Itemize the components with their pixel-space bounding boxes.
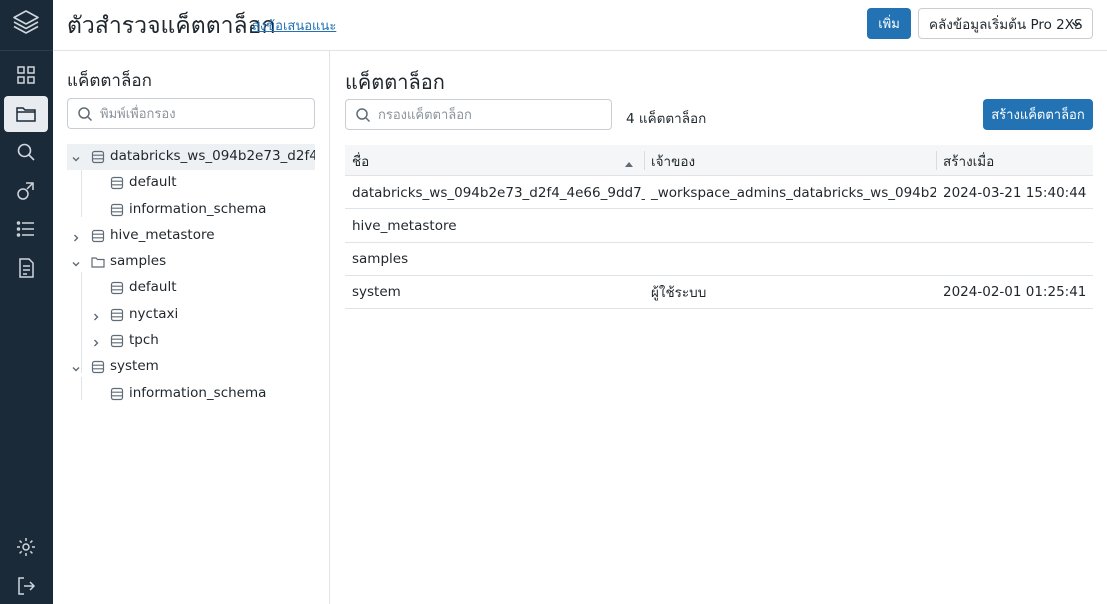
tree-item-label: nyctaxi [129, 305, 179, 322]
list-icon[interactable] [15, 218, 37, 240]
tree-item-information-schema[interactable]: information_schema [53, 197, 330, 223]
database-icon [110, 387, 124, 401]
cell-created: 2024-02-01 01:25:41 [943, 284, 1087, 301]
table-row[interactable]: system ผู้ใช้ระบบ 2024-02-01 01:25:41 [345, 276, 1093, 310]
tree-item-label: information_schema [129, 200, 267, 217]
database-icon [110, 203, 124, 217]
cell-owner [644, 243, 936, 276]
tree-item-system[interactable]: system [53, 354, 330, 380]
chevron-down-icon[interactable] [71, 257, 81, 267]
dashboard-icon[interactable] [15, 64, 37, 86]
tree-item-default[interactable]: default [53, 170, 330, 196]
chevron-right-icon[interactable] [91, 310, 101, 321]
tree-item-label: hive_metastore [110, 226, 215, 243]
catalog-tree-search-input[interactable] [100, 104, 305, 124]
warehouse-select[interactable]: คลังข้อมูลเริ่มต้น Pro 2XS [918, 8, 1093, 39]
cell-created [936, 243, 1093, 276]
tree-item-label: samples [110, 253, 167, 270]
settings-gear-icon[interactable] [15, 536, 37, 558]
column-header-name[interactable]: ชื่อ [345, 145, 645, 176]
tree-item-nyctaxi[interactable]: nyctaxi [53, 302, 330, 328]
tree-item-samples[interactable]: samples [53, 249, 330, 275]
table-row[interactable]: hive_metastore [345, 209, 1093, 243]
cell-name[interactable]: databricks_ws_094b2e73_d2f4_4e66_9dd7_4e… [345, 176, 645, 209]
chevron-right-icon[interactable] [71, 231, 81, 242]
chevron-down-icon[interactable] [71, 362, 81, 372]
tree-item-label: databricks_ws_094b2e73_d2f4_4e66_9dd7_4e [110, 148, 315, 164]
catalog-folder-icon[interactable] [15, 103, 37, 125]
send-feedback-link[interactable]: ส่งข้อเสนอแนะ [252, 15, 336, 36]
table-header: ชื่อ เจ้าของ สร้างเมื่อ [345, 145, 1093, 176]
tree-item-label: tpch [129, 332, 159, 349]
page-title: ตัวสำรวจแค็ตตาล็อก [67, 13, 276, 39]
catalog-filter-input[interactable] [378, 105, 603, 125]
tree-item-label: default [129, 279, 177, 296]
main-content: แค็ตตาล็อก 4 แค็ตตาล็อก สร้างแค็ตตาล็อก … [331, 51, 1107, 604]
tree-item-label: system [110, 358, 159, 375]
table-row[interactable]: samples [345, 243, 1093, 276]
add-button[interactable]: เพิ่ม [867, 8, 911, 39]
database-icon [110, 334, 124, 348]
cell-owner [644, 209, 936, 242]
search-icon [77, 106, 93, 126]
catalog-table: ชื่อ เจ้าของ สร้างเมื่อ databricks_ws_09… [345, 145, 1093, 310]
cell-created [936, 209, 1093, 242]
search-icon[interactable] [15, 141, 37, 163]
tree-item-information-schema[interactable]: information_schema [53, 381, 330, 407]
rail-separator [0, 50, 53, 51]
tree-item-databricks-ws[interactable]: databricks_ws_094b2e73_d2f4_4e66_9dd7_4e [67, 144, 315, 171]
folder-icon [91, 255, 105, 269]
main-title: แค็ตตาล็อก [345, 70, 445, 94]
column-header-label: ชื่อ [352, 153, 370, 170]
tree-item-label: information_schema [129, 384, 267, 401]
column-header-created[interactable]: สร้างเมื่อ [936, 145, 1093, 176]
top-header: ตัวสำรวจแค็ตตาล็อก ส่งข้อเสนอแนะ เพิ่ม ค… [53, 0, 1107, 51]
database-icon [110, 176, 124, 190]
table-row[interactable]: databricks_ws_094b2e73_d2f4_4e66_9dd7_4e… [345, 176, 1093, 210]
catalog-tree: databricks_ws_094b2e73_d2f4_4e66_9dd7_4e… [53, 144, 330, 407]
catalog-panel-title: แค็ตตาล็อก [67, 71, 152, 91]
warehouse-select-label: คลังข้อมูลเริ่มต้น Pro 2XS [929, 16, 1083, 33]
shapes-icon[interactable] [15, 180, 37, 202]
column-header-owner[interactable]: เจ้าของ [644, 145, 936, 176]
left-nav-rail [0, 0, 53, 604]
catalog-tree-panel: แค็ตตาล็อก databricks_ws_094b2e73_d2f4_4… [53, 51, 330, 604]
database-icon [91, 150, 105, 164]
tree-item-tpch[interactable]: tpch [53, 328, 330, 354]
logo-layers-icon[interactable] [11, 8, 41, 38]
tree-item-default[interactable]: default [53, 275, 330, 301]
cell-owner: ผู้ใช้ระบบ [651, 285, 707, 302]
cell-name[interactable]: system [345, 276, 645, 309]
database-icon [91, 229, 105, 243]
column-header-label: สร้างเมื่อ [943, 153, 995, 170]
logout-icon[interactable] [15, 575, 37, 597]
cell-name[interactable]: samples [345, 243, 645, 276]
report-icon[interactable] [15, 257, 37, 279]
cell-owner: _workspace_admins_databricks_ws_094b2e73… [651, 184, 936, 201]
chevron-down-icon [1070, 18, 1082, 34]
catalog-filter[interactable] [345, 99, 612, 130]
create-catalog-button[interactable]: สร้างแค็ตตาล็อก [983, 99, 1093, 130]
search-icon [355, 107, 371, 127]
catalog-tree-search[interactable] [67, 98, 315, 129]
database-icon [110, 308, 124, 322]
cell-created: 2024-03-21 15:40:44 [943, 184, 1087, 201]
tree-item-label: default [129, 174, 177, 191]
chevron-down-icon[interactable] [71, 152, 81, 162]
catalog-count: 4 แค็ตตาล็อก [626, 111, 707, 127]
database-icon [110, 281, 124, 295]
cell-name[interactable]: hive_metastore [345, 209, 645, 242]
chevron-right-icon[interactable] [91, 336, 101, 347]
database-icon [91, 360, 105, 374]
sort-up-icon[interactable] [624, 155, 634, 174]
tree-item-hive-metastore[interactable]: hive_metastore [53, 223, 330, 249]
column-header-label: เจ้าของ [651, 153, 696, 170]
